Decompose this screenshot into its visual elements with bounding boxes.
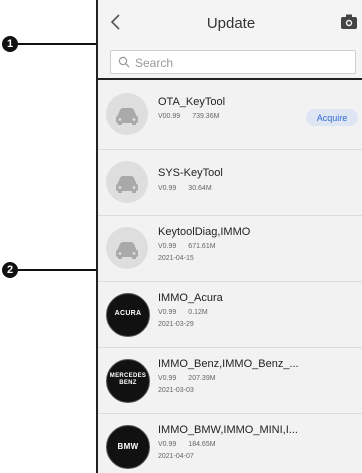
app-size: 671.61M	[188, 243, 216, 250]
app-version: V0.99	[158, 243, 177, 250]
benz-logo-text: MERCEDES BENZ	[109, 373, 147, 386]
car-icon	[106, 161, 148, 203]
app-meta: V0.99 671.61M	[158, 243, 216, 250]
list-item-immo-benz[interactable]: MERCEDES BENZ IMMO_Benz,IMMO_Benz_... V0…	[98, 348, 362, 414]
bmw-logo-icon: BMW	[106, 425, 150, 469]
app-size: 184.65M	[188, 441, 216, 448]
list-item-immo-acura[interactable]: ACURA IMMO_Acura V0.99 0.12M 2021-03-29	[98, 282, 362, 348]
callout-1-marker: 1	[2, 36, 18, 52]
app-meta: V00.99 739.36M	[158, 113, 219, 120]
app-name: IMMO_Benz,IMMO_Benz_...	[158, 358, 299, 370]
app-version: V0.99	[158, 309, 177, 316]
app-date: 2021-04-15	[158, 255, 194, 262]
app-version: V0.99	[158, 441, 177, 448]
callout-1-line	[18, 43, 96, 45]
app-meta: V0.99 0.12M	[158, 309, 208, 316]
bmw-logo-text: BMW	[117, 442, 139, 451]
car-icon	[106, 93, 148, 135]
list-item-immo-bmw[interactable]: BMW IMMO_BMW,IMMO_MINI,I... V0.99 184.65M…	[98, 414, 362, 473]
app-date: 2021-04-07	[158, 453, 194, 460]
car-icon	[106, 227, 148, 269]
app-size: 0.12M	[188, 309, 208, 316]
app-date: 2021-03-03	[158, 387, 194, 394]
app-meta: V0.99 207.39M	[158, 375, 216, 382]
search-box[interactable]	[110, 50, 356, 74]
mercedes-benz-logo-icon: MERCEDES BENZ	[106, 359, 150, 403]
app-version: V0.99	[158, 375, 177, 382]
app-size: 739.36M	[192, 113, 220, 120]
acura-logo-text: ACURA	[114, 310, 142, 317]
header-panel: Update	[98, 0, 362, 80]
page-title: Update	[206, 15, 256, 32]
app-meta: V0.99 30.64M	[158, 185, 212, 192]
callout-2-marker: 2	[2, 262, 18, 278]
app-name: SYS-KeyTool	[158, 167, 223, 179]
app-version: V00.99	[158, 113, 181, 120]
list-item-keytooldiag-immo[interactable]: KeytoolDiag,IMMO V0.99 671.61M 2021-04-15	[98, 216, 362, 282]
update-screen: Update Search OTA_KeyTool V00.99 739.36M…	[96, 0, 362, 473]
list-item-ota-keytool[interactable]: OTA_KeyTool V00.99 739.36M Acquire	[98, 80, 362, 150]
app-name: OTA_KeyTool	[158, 96, 226, 108]
app-list[interactable]: OTA_KeyTool V00.99 739.36M Acquire SYS-Ke…	[98, 80, 362, 473]
list-item-sys-keytool[interactable]: SYS-KeyTool V0.99 30.64M	[98, 150, 362, 216]
app-name: KeytoolDiag,IMMO	[158, 226, 251, 238]
acura-logo-icon: ACURA	[106, 293, 150, 337]
search-icon	[118, 56, 130, 68]
app-name: IMMO_Acura	[158, 292, 223, 304]
app-meta: V0.99 184.65M	[158, 441, 216, 448]
app-size: 30.64M	[188, 185, 212, 192]
camera-icon[interactable]	[340, 13, 358, 31]
app-date: 2021-03-29	[158, 321, 194, 328]
top-bar: Update	[98, 0, 362, 44]
search-input[interactable]	[133, 53, 347, 73]
app-name: IMMO_BMW,IMMO_MINI,I...	[158, 424, 298, 436]
app-size: 207.39M	[188, 375, 216, 382]
callout-2-line	[18, 269, 96, 271]
acquire-button[interactable]: Acquire	[306, 109, 358, 126]
app-version: V0.99	[158, 185, 177, 192]
